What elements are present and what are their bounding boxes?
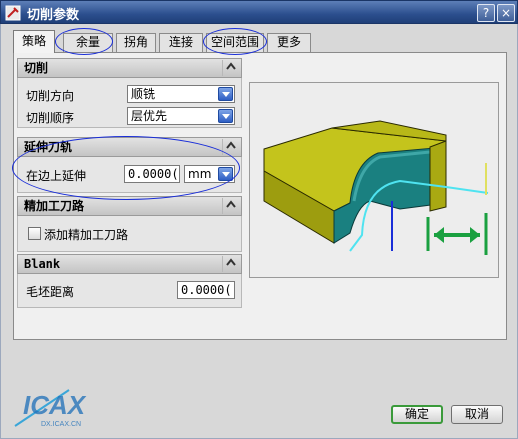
- preview-image: [249, 82, 499, 278]
- annotation-oval: [55, 28, 113, 55]
- tab-more[interactable]: 更多: [267, 33, 311, 52]
- chevron-down-icon[interactable]: [218, 87, 233, 101]
- section-title: Blank: [24, 257, 61, 271]
- section-title: 精加工刀路: [24, 199, 85, 213]
- section-cutting-header[interactable]: 切削: [17, 58, 242, 78]
- annotation-oval: [12, 136, 240, 200]
- cancel-button[interactable]: 取消: [451, 405, 503, 424]
- app-icon: [5, 5, 21, 21]
- cut-order-value: 层优先: [131, 109, 168, 123]
- close-button[interactable]: ×: [497, 4, 515, 22]
- tab-corners[interactable]: 拐角: [116, 33, 156, 52]
- section-blank-header[interactable]: Blank: [17, 254, 242, 274]
- window-title: 切削参数: [27, 8, 80, 23]
- pocket-toolpath-illustration: [263, 120, 489, 255]
- annotation-oval: [203, 28, 267, 55]
- section-cutting-body: 切削方向 顺铣 切削顺序 层优先: [17, 78, 242, 128]
- cut-direction-label: 切削方向: [26, 89, 75, 103]
- cut-direction-value: 顺铣: [131, 87, 156, 101]
- section-title: 切削: [24, 61, 49, 75]
- add-finish-checkbox[interactable]: [28, 227, 41, 240]
- title-bar: 切削参数 ? ×: [0, 0, 518, 24]
- collapse-icon[interactable]: [222, 60, 238, 76]
- collapse-icon[interactable]: [222, 198, 238, 214]
- ok-button[interactable]: 确定: [391, 405, 443, 424]
- section-finish-body: 添加精加工刀路: [17, 216, 242, 252]
- blank-distance-input[interactable]: 0.0000(: [177, 281, 235, 299]
- tab-connections[interactable]: 连接: [159, 33, 203, 52]
- cut-order-label: 切削顺序: [26, 111, 75, 125]
- add-finish-label: 添加精加工刀路: [44, 228, 129, 242]
- cut-direction-select[interactable]: 顺铣: [127, 85, 235, 103]
- help-icon[interactable]: ?: [477, 4, 495, 22]
- svg-text:DX.ICAX.CN: DX.ICAX.CN: [41, 421, 81, 428]
- icax-logo-graphic: ICAX DX.ICAX.CN: [14, 389, 87, 428]
- icax-logo: ICAX DX.ICAX.CN: [11, 382, 131, 430]
- svg-text:ICAX: ICAX: [23, 390, 87, 420]
- tab-strategy[interactable]: 策略: [13, 30, 55, 53]
- blank-distance-label: 毛坯距离: [26, 285, 75, 299]
- close-icon: ×: [500, 6, 512, 20]
- chevron-down-icon[interactable]: [218, 109, 233, 123]
- cut-order-select[interactable]: 层优先: [127, 107, 235, 125]
- section-blank-body: 毛坯距离 0.0000(: [17, 274, 242, 308]
- collapse-icon[interactable]: [222, 256, 238, 272]
- dialog-body: 策略 余量 拐角 连接 空间范围 更多 切削 切削方向 顺铣 切削顺序 层优先: [0, 24, 518, 439]
